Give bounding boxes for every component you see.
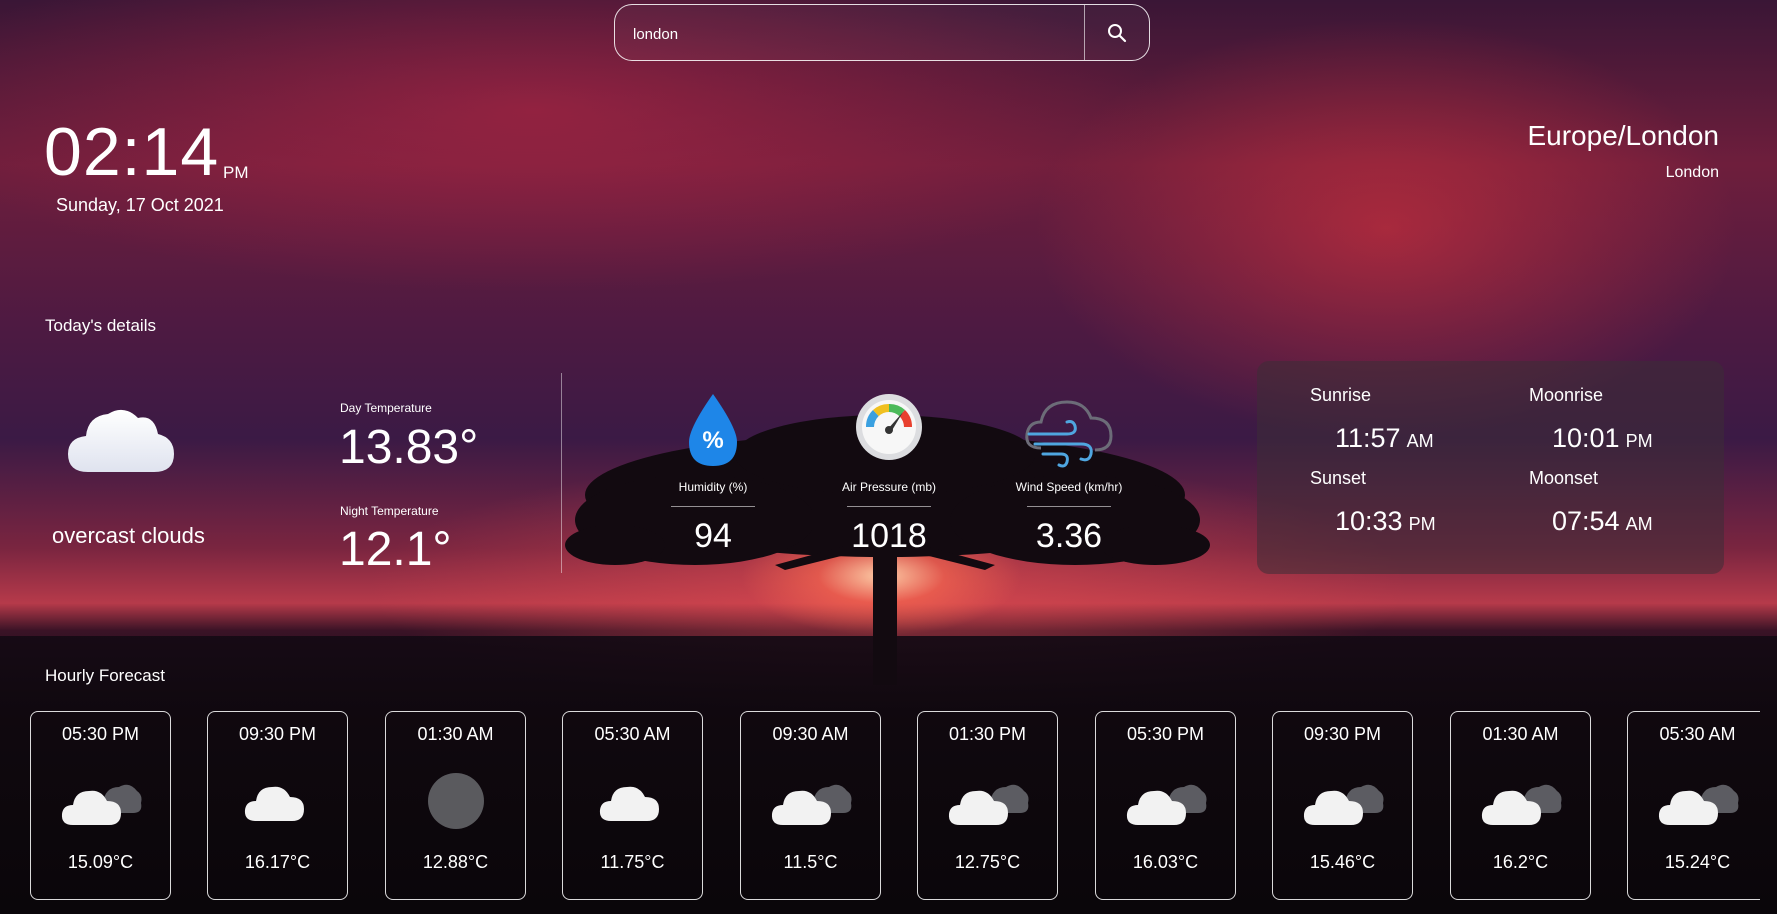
- hourly-temp: 12.88°C: [422, 852, 489, 872]
- hourly-time: 09:30 PM: [238, 724, 317, 744]
- broken-clouds-icon: [1273, 759, 1412, 839]
- humidity-value: 94: [694, 517, 732, 555]
- svg-text:%: %: [702, 427, 723, 454]
- clock-date: Sunday, 17 Oct 2021: [56, 195, 224, 215]
- hourly-time: 05:30 AM: [594, 724, 671, 744]
- hourly-card[interactable]: 09:30 PM 16.17°C: [207, 711, 348, 900]
- weather-condition: overcast clouds: [52, 523, 205, 548]
- moonrise-ampm: PM: [1625, 431, 1653, 451]
- search-bar: [614, 4, 1150, 61]
- humidity-drop-icon: %: [689, 394, 737, 466]
- hourly-temp: 15.24°C: [1664, 852, 1731, 872]
- hourly-time: 05:30 AM: [1659, 724, 1736, 744]
- hourly-card[interactable]: 05:30 AM 11.75°C: [562, 711, 703, 900]
- day-temp-label: Day Temperature: [340, 401, 432, 415]
- sunrise-time: 11:57: [1335, 423, 1401, 453]
- hourly-card[interactable]: 09:30 AM 11.5°C: [740, 711, 881, 900]
- hourly-temp: 15.09°C: [67, 852, 134, 872]
- wind-metric: Wind Speed (km/hr) 3.36: [999, 392, 1139, 556]
- location-info: Europe/London London: [1527, 120, 1719, 182]
- broken-clouds-icon: [31, 759, 170, 839]
- sunset-ampm: PM: [1408, 514, 1436, 534]
- broken-clouds-icon: [1451, 759, 1590, 839]
- hourly-time: 01:30 PM: [948, 724, 1027, 744]
- hourly-time: 09:30 PM: [1303, 724, 1382, 744]
- clock: 02:14 PM Sunday, 17 Oct 2021: [44, 114, 249, 215]
- moonrise-label: Moonrise: [1529, 385, 1604, 405]
- sunset-value: 10:33 PM: [1335, 506, 1436, 537]
- pressure-divider: [847, 506, 931, 507]
- divider: [561, 373, 562, 573]
- cloud-icon: [563, 759, 702, 839]
- humidity-divider: [671, 506, 755, 507]
- hourly-card[interactable]: 05:30 AM 15.24°C: [1627, 711, 1760, 900]
- hourly-card[interactable]: 01:30 AM 16.2°C: [1450, 711, 1591, 900]
- hourly-card[interactable]: 01:30 AM 12.88°C: [385, 711, 526, 900]
- hourly-forecast-heading: Hourly Forecast: [45, 666, 165, 685]
- search-icon: [1108, 23, 1127, 42]
- moonrise-time: 10:01: [1552, 423, 1620, 453]
- sunset-time: 10:33: [1335, 506, 1403, 536]
- hourly-temp: 11.5°C: [783, 852, 838, 872]
- search-input[interactable]: [631, 19, 1075, 49]
- search-button[interactable]: [1084, 5, 1149, 60]
- hourly-time: 05:30 PM: [1126, 724, 1205, 744]
- hourly-card[interactable]: 09:30 PM 15.46°C: [1272, 711, 1413, 900]
- clock-ampm: PM: [223, 163, 249, 182]
- pressure-value: 1018: [851, 517, 927, 555]
- city-name: London: [1665, 164, 1719, 181]
- broken-clouds-icon: [918, 759, 1057, 839]
- sunrise-value: 11:57 AM: [1335, 423, 1434, 454]
- sun-moon-panel: Sunrise 11:57 AM Sunset 10:33 PM Moonrise …: [1257, 361, 1724, 574]
- wind-value: 3.36: [1035, 517, 1103, 555]
- broken-clouds-icon: [741, 759, 880, 839]
- cloud-icon: [68, 409, 174, 472]
- cloud-icon: [208, 759, 347, 839]
- night-temp-value: 12.1°: [339, 523, 452, 576]
- hourly-card[interactable]: 05:30 PM 16.03°C: [1095, 711, 1236, 900]
- wind-divider: [1027, 506, 1111, 507]
- hourly-time: 09:30 AM: [772, 724, 849, 744]
- dark-cloud-icon: [386, 759, 525, 839]
- hourly-card[interactable]: 01:30 PM 12.75°C: [917, 711, 1058, 900]
- hourly-temp: 16.2°C: [1492, 852, 1549, 872]
- sunrise-ampm: AM: [1406, 431, 1434, 451]
- timezone-name: Europe/London: [1527, 120, 1719, 151]
- day-temp-value: 13.83°: [339, 421, 479, 474]
- hourly-forecast-list[interactable]: 05:30 PM 15.09°C 09:30 PM 16.17°C 01:30 …: [30, 711, 1760, 902]
- hourly-temp: 16.17°C: [244, 852, 311, 872]
- broken-clouds-icon: [1096, 759, 1235, 839]
- hourly-temp: 15.46°C: [1309, 852, 1376, 872]
- hourly-temp: 12.75°C: [954, 852, 1021, 872]
- hourly-time: 05:30 PM: [61, 724, 140, 744]
- hourly-temp: 11.75°C: [600, 852, 665, 872]
- humidity-metric: % Humidity (%) 94: [643, 392, 783, 556]
- moonset-label: Moonset: [1529, 468, 1599, 488]
- moonset-time: 07:54: [1552, 506, 1620, 536]
- sunrise-label: Sunrise: [1310, 385, 1372, 405]
- wind-cloud-icon: [1025, 400, 1113, 468]
- broken-clouds-icon: [1628, 759, 1760, 839]
- hourly-time: 01:30 AM: [1482, 724, 1559, 744]
- wind-label: Wind Speed (km/hr): [1015, 480, 1123, 494]
- clock-time: 02:14: [44, 114, 220, 190]
- pressure-label: Air Pressure (mb): [841, 480, 936, 494]
- humidity-label: Humidity (%): [678, 480, 748, 494]
- hourly-temp: 16.03°C: [1132, 852, 1199, 872]
- hourly-card[interactable]: 05:30 PM 15.09°C: [30, 711, 171, 900]
- moonset-value: 07:54 AM: [1552, 506, 1653, 537]
- sunset-label: Sunset: [1310, 468, 1367, 488]
- todays-details-heading: Today's details: [45, 316, 156, 335]
- night-temp-label: Night Temperature: [340, 504, 439, 518]
- moonset-ampm: AM: [1625, 514, 1653, 534]
- hourly-time: 01:30 AM: [417, 724, 494, 744]
- pressure-metric: Air Pressure (mb) 1018: [819, 392, 959, 556]
- pressure-gauge-icon: [856, 394, 922, 460]
- moonrise-value: 10:01 PM: [1552, 423, 1653, 454]
